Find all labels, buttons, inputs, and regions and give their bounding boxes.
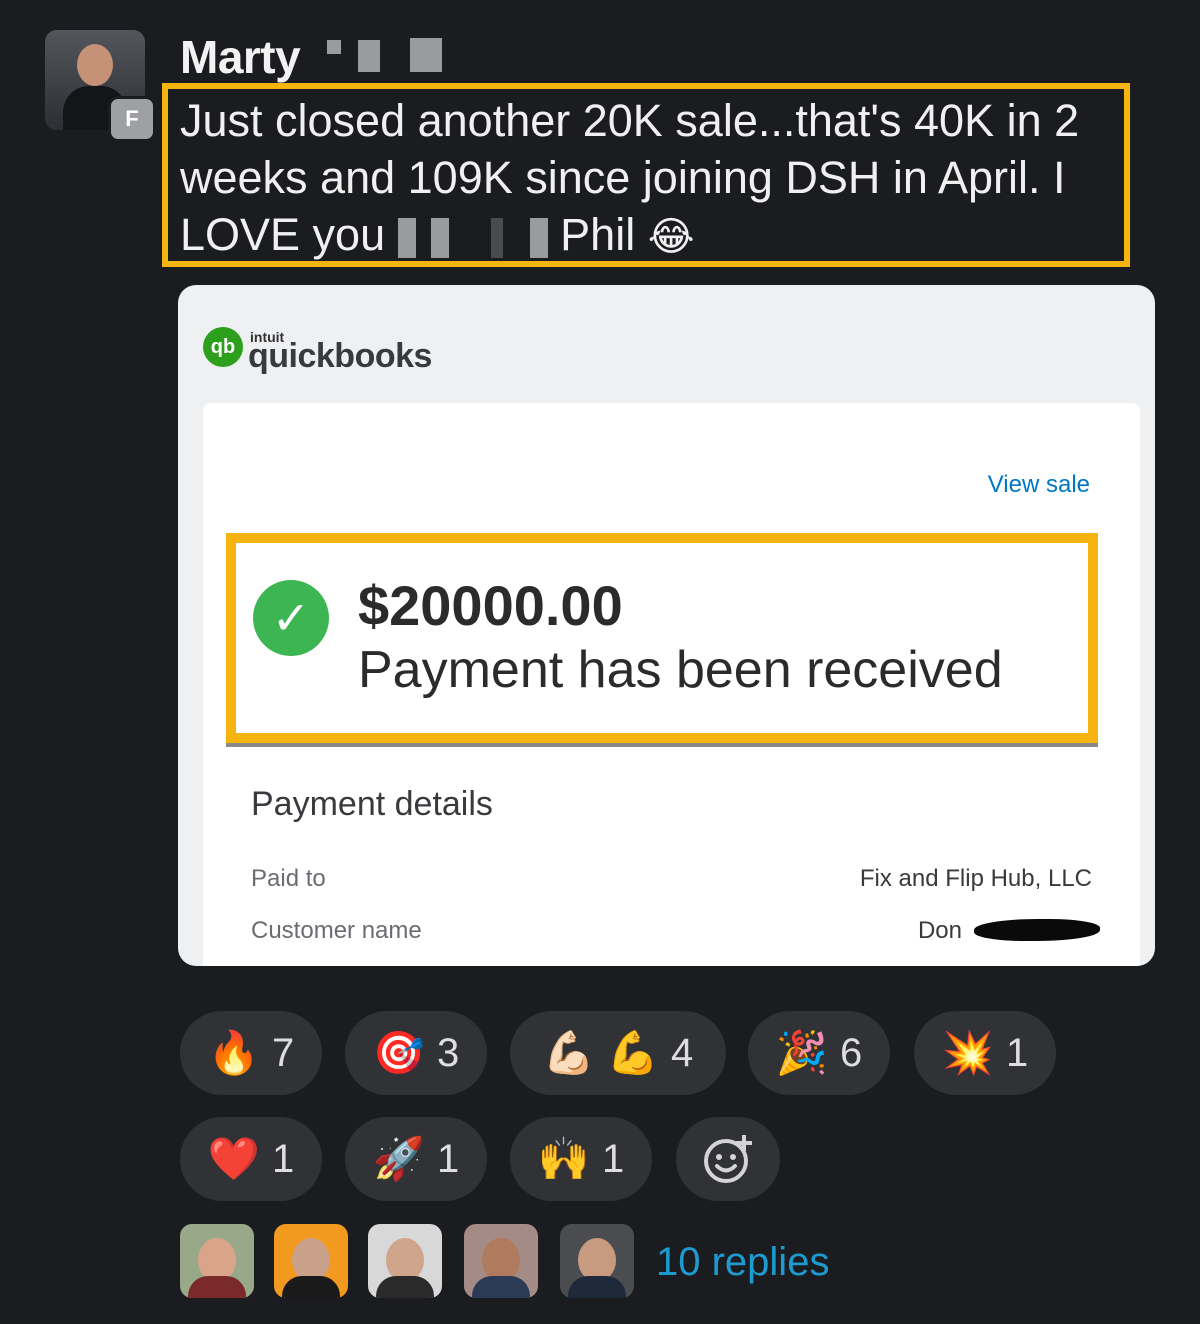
reaction-fire[interactable]: 🔥 7 (180, 1011, 322, 1095)
thread-replies-link[interactable]: 10 replies (656, 1240, 829, 1285)
party-popper-icon: 🎉 (775, 1028, 829, 1076)
reaction-count: 1 (1006, 1030, 1029, 1075)
heart-icon: ❤️ (207, 1134, 261, 1182)
collision-icon: 💥 (941, 1028, 995, 1076)
quickbooks-logo-icon: qb (203, 327, 243, 367)
reaction-muscles[interactable]: 💪🏻 💪 4 (510, 1011, 726, 1095)
reaction-count: 1 (437, 1136, 460, 1181)
reply-avatar[interactable] (560, 1224, 634, 1298)
reply-avatar[interactable] (274, 1224, 348, 1298)
flexed-biceps-icon: 💪🏻 💪 (542, 1028, 659, 1076)
payment-details-title: Payment details (251, 785, 493, 823)
view-sale-link[interactable]: View sale (988, 471, 1090, 499)
raised-hands-icon: 🙌 (537, 1134, 591, 1182)
target-icon: 🎯 (372, 1028, 426, 1076)
customer-name-value: Don (917, 917, 962, 944)
redaction-scribble (974, 919, 1100, 941)
paid-to-value: Fix and Flip Hub, LLC (859, 865, 1092, 892)
add-reaction-button[interactable] (676, 1117, 780, 1201)
reaction-boom[interactable]: 💥 1 (914, 1011, 1056, 1095)
author-name[interactable]: Marty (180, 30, 301, 84)
payment-amount: $20000.00 (358, 574, 623, 637)
divider (226, 743, 1098, 747)
customer-name-label: Customer name (251, 917, 422, 944)
redacted-name-block (327, 40, 341, 54)
quickbooks-wordmark: quickbooks (248, 337, 432, 375)
add-reaction-icon (704, 1135, 752, 1183)
reaction-count: 6 (840, 1030, 863, 1075)
reaction-count: 1 (272, 1136, 295, 1181)
rocket-icon: 🚀 (372, 1134, 426, 1182)
reaction-count: 7 (272, 1030, 295, 1075)
redacted-name-block (397, 218, 548, 259)
reaction-count: 3 (437, 1030, 460, 1075)
reaction-party[interactable]: 🎉 6 (748, 1011, 890, 1095)
payment-highlight-box (226, 533, 1098, 743)
paid-to-label: Paid to (251, 865, 326, 892)
reaction-raised-hands[interactable]: 🙌 1 (510, 1117, 652, 1201)
reply-avatar[interactable] (180, 1224, 254, 1298)
reaction-target[interactable]: 🎯 3 (345, 1011, 487, 1095)
payment-panel: View sale ✓ $20000.00 Payment has been r… (203, 403, 1140, 966)
reaction-count: 1 (602, 1136, 625, 1181)
fire-icon: 🔥 (207, 1028, 261, 1076)
author-status-badge: F (108, 96, 156, 142)
message-text-tail: Phil (560, 209, 636, 260)
reaction-heart[interactable]: ❤️ 1 (180, 1117, 322, 1201)
attachment-image[interactable]: qb intuit quickbooks View sale ✓ $20000.… (178, 285, 1155, 966)
check-circle-icon: ✓ (253, 580, 329, 656)
payment-status: Payment has been received (358, 641, 1003, 699)
reply-avatar[interactable] (368, 1224, 442, 1298)
joy-emoji: 😂 (647, 215, 695, 259)
reaction-rocket[interactable]: 🚀 1 (345, 1117, 487, 1201)
reaction-count: 4 (671, 1030, 694, 1075)
message-text: Just closed another 20K sale...that's 40… (180, 95, 1080, 260)
reply-avatar[interactable] (464, 1224, 538, 1298)
